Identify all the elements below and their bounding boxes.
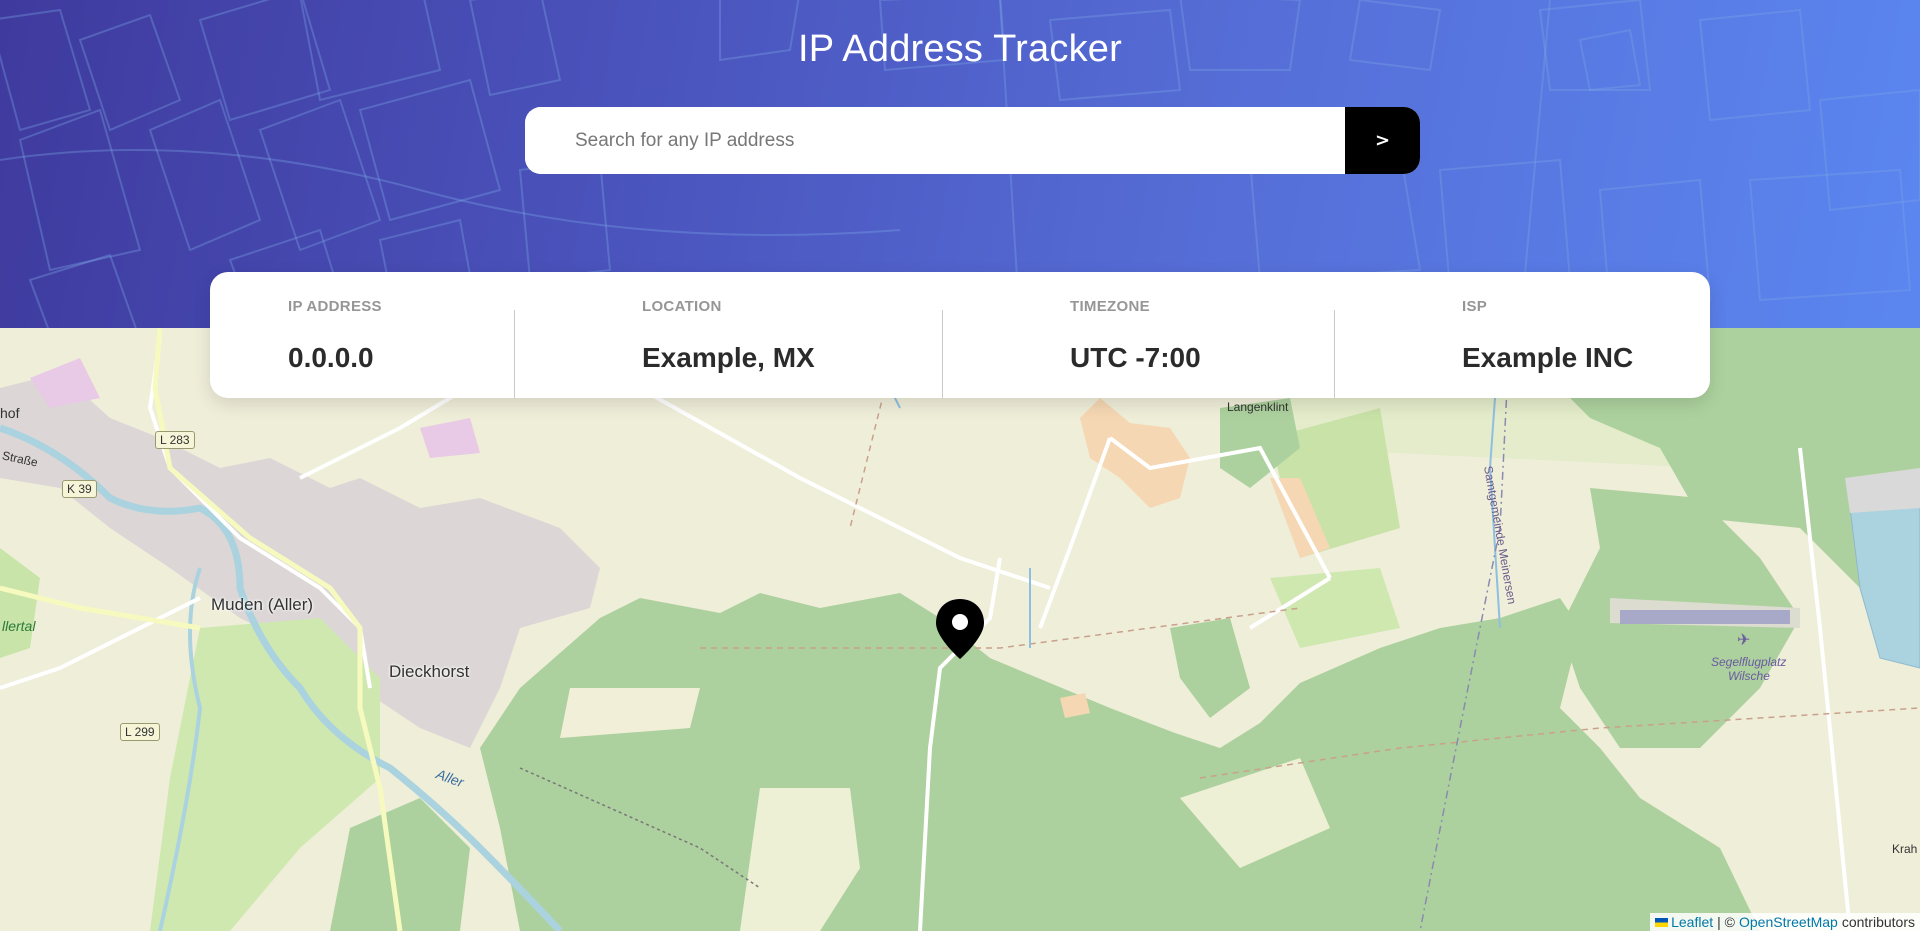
map-attribution: Leaflet | © OpenStreetMap contributors: [1650, 913, 1920, 931]
info-divider: [514, 310, 515, 398]
ip-search-input[interactable]: [525, 107, 1345, 174]
location-pin-icon[interactable]: [934, 598, 986, 660]
ip-tracker-page: IP Address Tracker >: [0, 0, 1920, 931]
info-timezone: TIMEZONE UTC -7:00: [942, 272, 1334, 398]
info-location: LOCATION Example, MX: [514, 272, 942, 398]
info-divider: [942, 310, 943, 398]
road-shield-l299: L 299: [120, 723, 160, 741]
ip-info-card: IP ADDRESS 0.0.0.0 LOCATION Example, MX …: [210, 272, 1710, 398]
map-label-wilsche: Wilsche: [1728, 669, 1770, 683]
airplane-icon: ✈: [1737, 632, 1751, 649]
info-isp: ISP Example INC: [1334, 272, 1710, 398]
chevron-right-icon: >: [1374, 130, 1391, 151]
attribution-separator: | ©: [1717, 914, 1735, 930]
attribution-contributors: contributors: [1841, 914, 1915, 930]
info-divider: [1334, 310, 1335, 398]
map-label-dieckhorst: Dieckhorst: [389, 662, 470, 681]
location-label: LOCATION: [642, 298, 722, 315]
leaflet-link[interactable]: Leaflet: [1671, 914, 1713, 930]
map-label-krah: Krah: [1892, 842, 1918, 856]
map-label-langenklint: Langenklint: [1227, 400, 1289, 414]
map-label-muden: Muden (Aller): [211, 595, 314, 614]
road-shield-l283: L 283: [155, 431, 195, 449]
ip-address-value: 0.0.0.0: [288, 342, 374, 373]
isp-label: ISP: [1462, 298, 1488, 315]
search-form: >: [525, 107, 1420, 174]
location-value: Example, MX: [642, 342, 815, 373]
map-label-allertal: llertal: [2, 618, 36, 634]
ukraine-flag-icon: [1655, 917, 1669, 927]
openstreetmap-link[interactable]: OpenStreetMap: [1739, 914, 1838, 930]
road-shield-k39: K 39: [62, 480, 97, 498]
search-submit-button[interactable]: >: [1345, 107, 1420, 174]
page-title: IP Address Tracker: [798, 28, 1122, 70]
isp-value: Example INC: [1462, 342, 1634, 373]
map-label-segelflugplatz: Segelflugplatz: [1711, 655, 1787, 669]
timezone-value: UTC -7:00: [1070, 342, 1201, 373]
timezone-label: TIMEZONE: [1070, 298, 1150, 315]
map-label-hof: hof: [0, 405, 20, 421]
info-ip-address: IP ADDRESS 0.0.0.0: [210, 272, 514, 398]
ip-address-label: IP ADDRESS: [288, 298, 382, 315]
